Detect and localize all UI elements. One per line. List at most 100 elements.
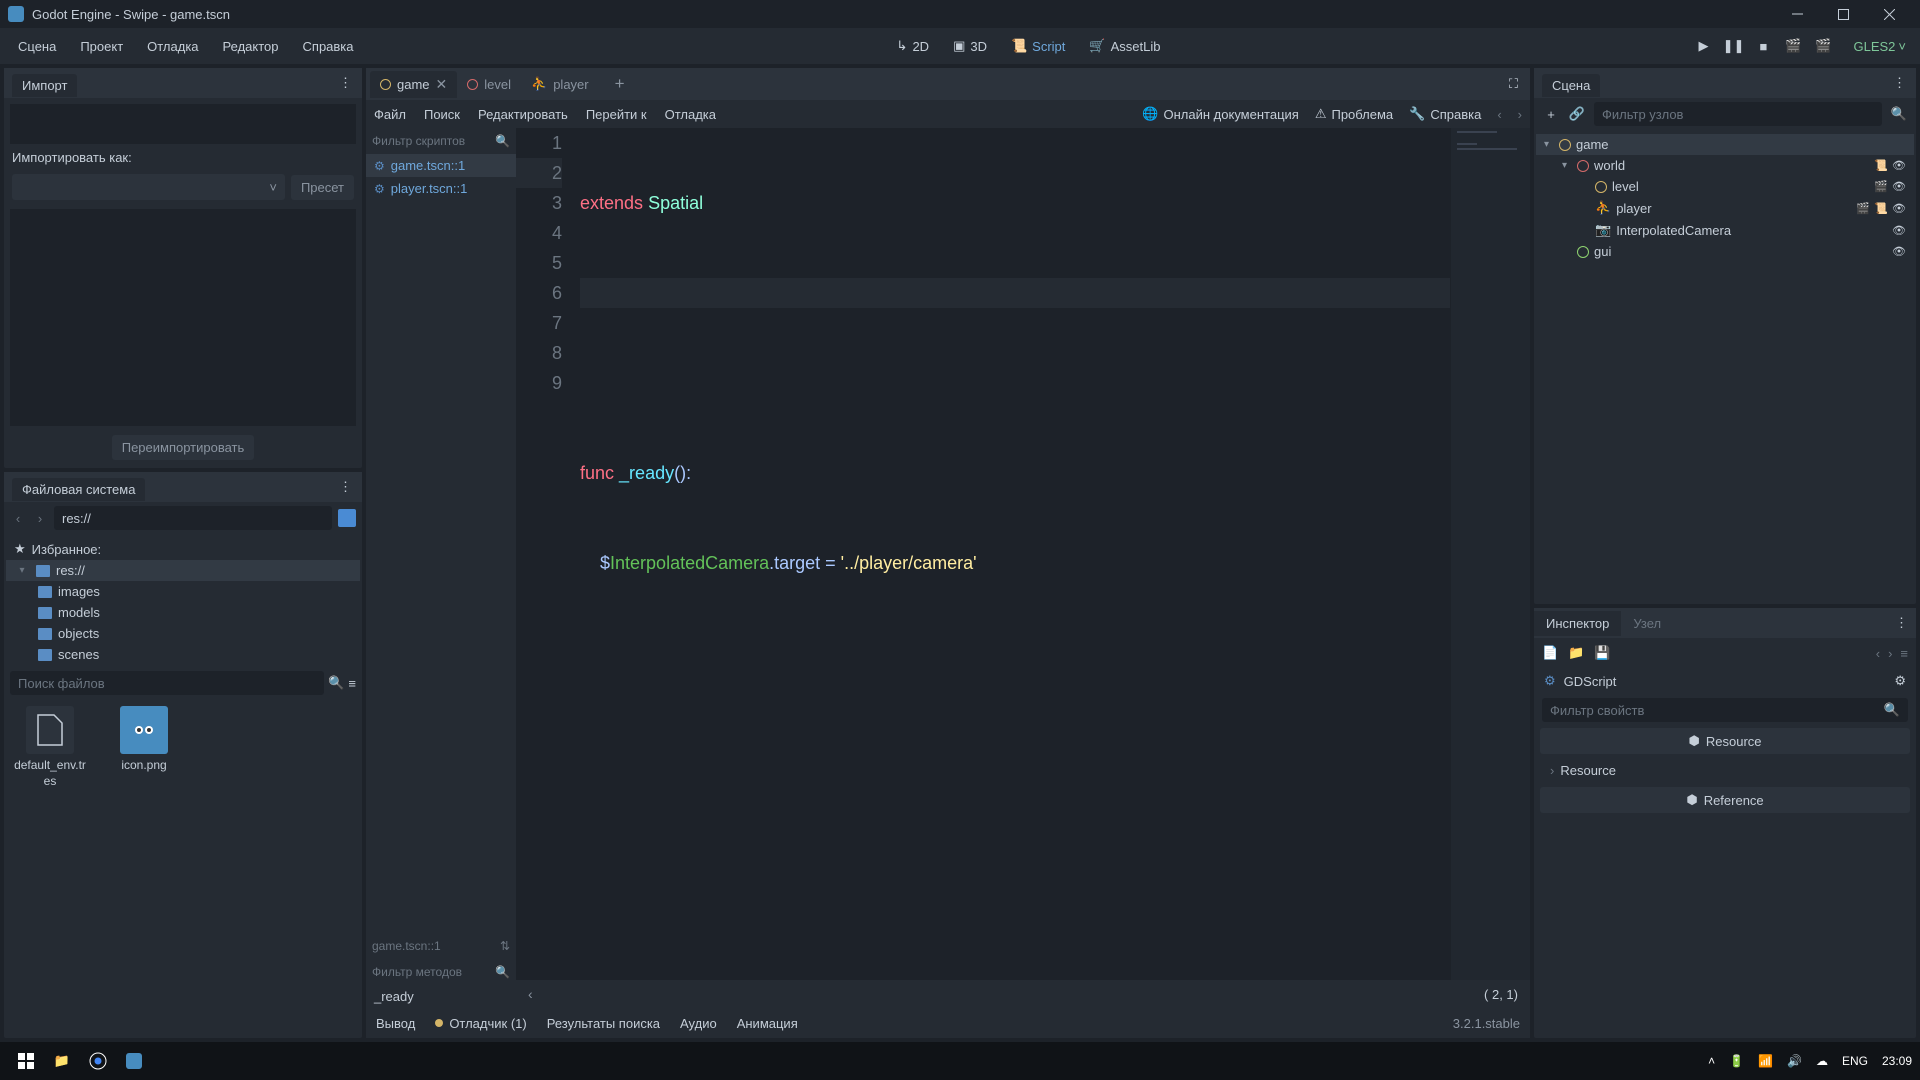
menu-scene[interactable]: Сцена	[8, 35, 66, 58]
play-scene-button[interactable]: 🎬	[1783, 38, 1803, 54]
scene-node-item[interactable]: ⛹player🎬📜👁	[1536, 197, 1914, 219]
open-icon[interactable]: 🎬	[1856, 201, 1870, 215]
link-node-button[interactable]: 🔗	[1568, 106, 1586, 122]
search-icon[interactable]: 🔍	[1890, 106, 1908, 122]
folder-item[interactable]: images	[6, 581, 360, 602]
play-button[interactable]: ▶	[1693, 38, 1713, 54]
filter-properties-input[interactable]: Фильтр свойств🔍	[1542, 698, 1908, 722]
new-resource-icon[interactable]: 📄	[1542, 645, 1558, 661]
chrome-icon[interactable]	[80, 1045, 116, 1077]
res-root-item[interactable]: ▾res://	[6, 560, 360, 581]
volume-icon[interactable]: 🔊	[1787, 1054, 1802, 1068]
search-icon[interactable]: 🔍	[495, 965, 510, 979]
stop-button[interactable]: ■	[1753, 39, 1773, 54]
script-menu-goto[interactable]: Перейти к	[586, 107, 647, 122]
search-icon[interactable]: 🔍	[328, 675, 344, 691]
script-icon[interactable]: 📜	[1874, 159, 1888, 173]
file-item[interactable]: default_env.tres	[12, 706, 88, 789]
scene-node-item[interactable]: gui👁	[1536, 241, 1914, 262]
grid-view-icon[interactable]	[338, 509, 356, 527]
window-maximize-button[interactable]	[1820, 0, 1866, 28]
debugger-tab[interactable]: Отладчик (1)	[435, 1016, 526, 1031]
tray-chevron-icon[interactable]: ˄	[1708, 1054, 1715, 1068]
output-tab[interactable]: Вывод	[376, 1016, 415, 1031]
method-list-item[interactable]: _ready	[366, 985, 516, 1008]
minimap[interactable]	[1450, 128, 1530, 980]
scene-node-item[interactable]: ▾world📜👁	[1536, 155, 1914, 176]
scene-node-item[interactable]: level🎬👁	[1536, 176, 1914, 197]
list-icon[interactable]: ≡	[348, 676, 356, 691]
expand-icon[interactable]: ⛶	[1501, 76, 1526, 92]
file-search-input[interactable]: Поиск файлов	[10, 671, 324, 695]
close-icon[interactable]: ✕	[436, 76, 448, 93]
play-custom-button[interactable]: 🎬	[1813, 38, 1833, 54]
script-list-item[interactable]: ⚙game.tscn::1	[366, 154, 516, 177]
open-resource-icon[interactable]: 📁	[1568, 645, 1584, 661]
script-menu-edit[interactable]: Редактировать	[478, 107, 568, 122]
menu-editor[interactable]: Редактор	[213, 35, 289, 58]
reimport-button[interactable]: Переимпортировать	[112, 435, 255, 460]
script-list-item[interactable]: ⚙player.tscn::1	[366, 177, 516, 200]
nav-back-icon[interactable]: ‹	[1497, 107, 1501, 122]
node-tab[interactable]: Узел	[1621, 611, 1673, 636]
renderer-selector[interactable]: GLES2˅	[1843, 39, 1906, 54]
folder-item[interactable]: scenes	[6, 644, 360, 665]
history-back-icon[interactable]: ‹	[1876, 646, 1880, 661]
view-2d-button[interactable]: ↳2D	[887, 34, 940, 58]
view-3d-button[interactable]: ▣3D	[943, 34, 997, 58]
script-tab-player[interactable]: ⛹player	[521, 71, 599, 97]
eye-icon[interactable]: 👁	[1892, 159, 1906, 173]
filesystem-panel-title[interactable]: Файловая система	[12, 478, 145, 501]
nav-forward-button[interactable]: ›	[32, 511, 48, 526]
audio-tab[interactable]: Аудио	[680, 1016, 717, 1031]
scene-node-item[interactable]: 📷InterpolatedCamera👁	[1536, 219, 1914, 241]
panel-menu-icon[interactable]: ⋮	[339, 75, 354, 91]
add-node-button[interactable]: +	[1542, 107, 1560, 122]
wifi-icon[interactable]: 📶	[1758, 1054, 1773, 1068]
window-minimize-button[interactable]	[1774, 0, 1820, 28]
clock[interactable]: 23:09	[1882, 1054, 1912, 1068]
inspector-tab[interactable]: Инспектор	[1534, 611, 1621, 636]
resource-type-row[interactable]: ⚙ GDScript ⚙	[1534, 668, 1916, 694]
open-icon[interactable]: 🎬	[1874, 180, 1888, 194]
eye-icon[interactable]: 👁	[1892, 245, 1906, 259]
view-assetlib-button[interactable]: 🛒AssetLib	[1079, 34, 1170, 58]
panel-menu-icon[interactable]: ⋮	[1893, 75, 1908, 91]
script-menu-search[interactable]: Поиск	[424, 107, 460, 122]
resource-item[interactable]: ›Resource	[1540, 758, 1910, 783]
menu-project[interactable]: Проект	[70, 35, 133, 58]
script-tab-level[interactable]: level	[457, 72, 521, 97]
history-forward-icon[interactable]: ›	[1888, 646, 1892, 661]
path-input[interactable]: res://	[54, 506, 332, 530]
import-panel-title[interactable]: Импорт	[12, 74, 77, 97]
panel-menu-icon[interactable]: ⋮	[1895, 615, 1916, 631]
eye-icon[interactable]: 👁	[1892, 180, 1906, 194]
script-menu-file[interactable]: Файл	[374, 107, 406, 122]
filter-nodes-input[interactable]: Фильтр узлов	[1594, 102, 1882, 126]
folder-item[interactable]: models	[6, 602, 360, 623]
file-explorer-icon[interactable]: 📁	[44, 1045, 80, 1077]
save-resource-icon[interactable]: 💾	[1594, 645, 1610, 661]
start-button[interactable]	[8, 1045, 44, 1077]
file-item[interactable]: icon.png	[106, 706, 182, 789]
search-icon[interactable]: 🔍	[495, 134, 510, 148]
import-type-dropdown[interactable]: ˅	[12, 174, 285, 200]
nav-back-button[interactable]: ‹	[10, 511, 26, 526]
godot-taskbar-icon[interactable]	[116, 1045, 152, 1077]
script-menu-debug[interactable]: Отладка	[665, 107, 716, 122]
language-indicator[interactable]: ENG	[1842, 1054, 1868, 1068]
preset-button[interactable]: Пресет	[291, 175, 354, 200]
menu-debug[interactable]: Отладка	[137, 35, 208, 58]
sort-icon[interactable]: ⇅	[500, 939, 510, 953]
eye-icon[interactable]: 👁	[1892, 223, 1906, 237]
online-docs-button[interactable]: 🌐Онлайн документация	[1142, 106, 1298, 122]
script-tab-game[interactable]: game✕	[370, 71, 457, 98]
panel-menu-icon[interactable]: ⋮	[339, 479, 354, 495]
history-menu-icon[interactable]: ≡	[1900, 646, 1908, 661]
resource-group-header[interactable]: ⬢Resource	[1540, 728, 1910, 754]
help-button[interactable]: 🔧Справка	[1409, 106, 1481, 122]
favorites-item[interactable]: ★Избранное:	[6, 538, 360, 560]
scene-node-item[interactable]: ▾game	[1536, 134, 1914, 155]
battery-icon[interactable]: 🔋	[1729, 1054, 1744, 1068]
reference-group-header[interactable]: ⬢Reference	[1540, 787, 1910, 813]
